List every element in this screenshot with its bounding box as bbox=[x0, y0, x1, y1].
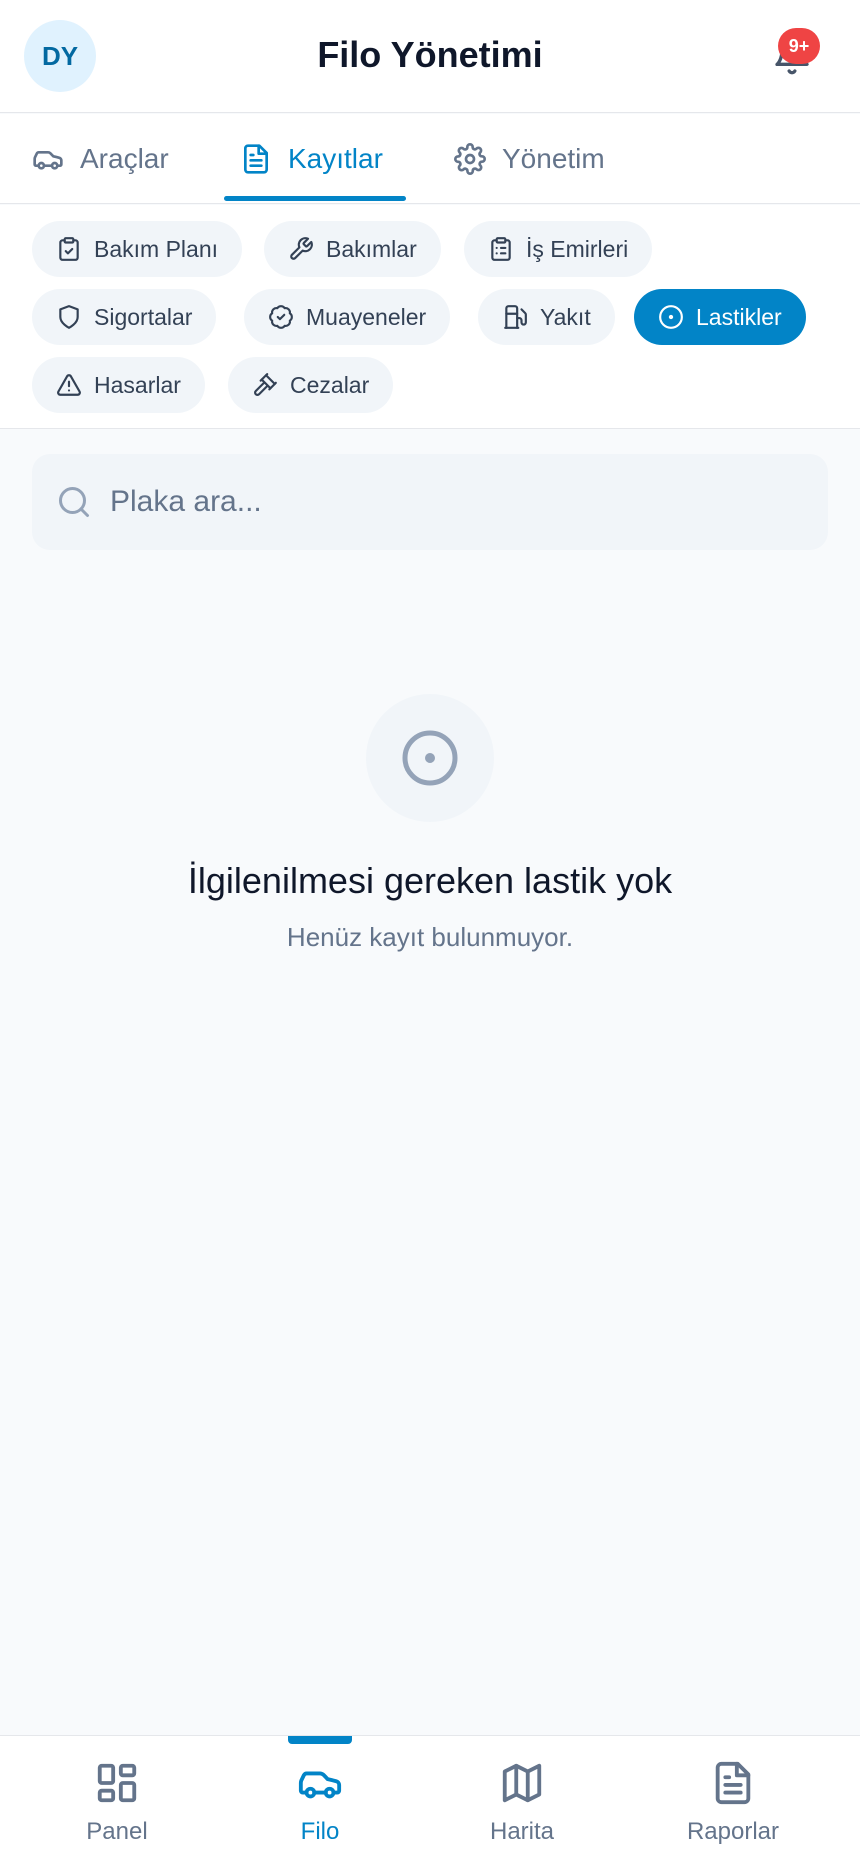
nav-label: Raporlar bbox=[686, 1818, 780, 1845]
chip-label: Muayeneler bbox=[306, 303, 427, 330]
search-icon bbox=[59, 487, 89, 517]
warning-icon bbox=[57, 374, 81, 396]
gavel-icon bbox=[254, 373, 277, 396]
tab-label: Araçlar bbox=[80, 143, 169, 174]
shield-icon bbox=[59, 305, 79, 329]
map-icon bbox=[502, 1763, 542, 1803]
gear-icon bbox=[454, 143, 486, 175]
chip-label: Bakım Planı bbox=[94, 235, 218, 262]
chip-yakit[interactable]: Yakıt bbox=[478, 289, 615, 345]
notification-badge[interactable]: 9+ bbox=[778, 28, 820, 64]
fuel-icon bbox=[504, 305, 527, 329]
chip-label: Hasarlar bbox=[94, 371, 181, 398]
chip-hasarlar[interactable]: Hasarlar bbox=[32, 357, 205, 413]
chip-sigortalar[interactable]: Sigortalar bbox=[32, 289, 217, 345]
wrench-icon bbox=[290, 237, 313, 260]
nav-label: Harita bbox=[489, 1818, 555, 1845]
clipboard-list-icon bbox=[491, 237, 511, 261]
empty-state-icon-circle bbox=[366, 694, 494, 822]
nav-label: Filo bbox=[300, 1818, 340, 1845]
empty-state-subtitle: Henüz kayıt bulunmuyor. bbox=[286, 922, 574, 952]
nav-panel[interactable]: Panel bbox=[42, 1760, 192, 1846]
chip-bakim-plani[interactable]: Bakım Planı bbox=[32, 221, 242, 277]
nav-filo[interactable]: Filo bbox=[245, 1760, 395, 1846]
chip-label: Sigortalar bbox=[94, 303, 193, 330]
tab-label: Kayıtlar bbox=[288, 143, 383, 174]
tire-icon bbox=[402, 730, 458, 786]
plate-search[interactable] bbox=[32, 454, 828, 550]
nav-harita[interactable]: Harita bbox=[447, 1760, 597, 1846]
chip-label: Yakıt bbox=[540, 303, 591, 330]
top-header: DY Filo Yönetimi 9+ bbox=[0, 0, 860, 113]
document-icon bbox=[244, 144, 268, 174]
tire-icon bbox=[659, 305, 683, 329]
car-icon bbox=[33, 151, 63, 170]
tab-yonetim[interactable]: Yönetim bbox=[454, 114, 605, 204]
tab-kayitlar[interactable]: Kayıtlar bbox=[240, 114, 383, 204]
active-nav-indicator bbox=[288, 1736, 352, 1744]
clipboard-check-icon bbox=[59, 237, 79, 261]
report-icon bbox=[715, 1761, 751, 1805]
car-icon bbox=[298, 1771, 342, 1799]
search-input[interactable] bbox=[110, 485, 790, 519]
chip-label: Cezalar bbox=[290, 371, 370, 398]
badge-check-icon bbox=[269, 305, 293, 329]
tab-araclar[interactable]: Araçlar bbox=[32, 114, 169, 204]
main-tabs: Araçlar Kayıtlar Yönetim bbox=[0, 114, 860, 204]
app: DY Filo Yönetimi 9+ Araçlar Kayıtlar Yön… bbox=[0, 0, 860, 1864]
chip-label: İş Emirleri bbox=[526, 235, 629, 262]
page-title: Filo Yönetimi bbox=[317, 34, 543, 75]
chip-label: Bakımlar bbox=[326, 235, 417, 262]
chip-is-emirleri[interactable]: İş Emirleri bbox=[464, 221, 653, 277]
chip-muayeneler[interactable]: Muayeneler bbox=[244, 289, 451, 345]
active-tab-indicator bbox=[224, 196, 406, 201]
grid-icon bbox=[97, 1763, 137, 1803]
chip-bakimlar[interactable]: Bakımlar bbox=[264, 221, 441, 277]
bottom-navigation: Panel Filo Harita Raporlar bbox=[0, 1735, 860, 1864]
chip-lastikler[interactable]: Lastikler bbox=[634, 289, 806, 345]
empty-state-title: İlgilenilmesi gereken lastik yok bbox=[187, 860, 673, 901]
nav-label: Panel bbox=[86, 1818, 148, 1845]
chip-cezalar[interactable]: Cezalar bbox=[228, 357, 394, 413]
nav-raporlar[interactable]: Raporlar bbox=[658, 1760, 808, 1846]
chip-label: Lastikler bbox=[696, 303, 782, 330]
category-chips: Bakım Planı Bakımlar İş Emirleri Sigorta… bbox=[0, 205, 860, 429]
tab-label: Yönetim bbox=[502, 143, 605, 174]
